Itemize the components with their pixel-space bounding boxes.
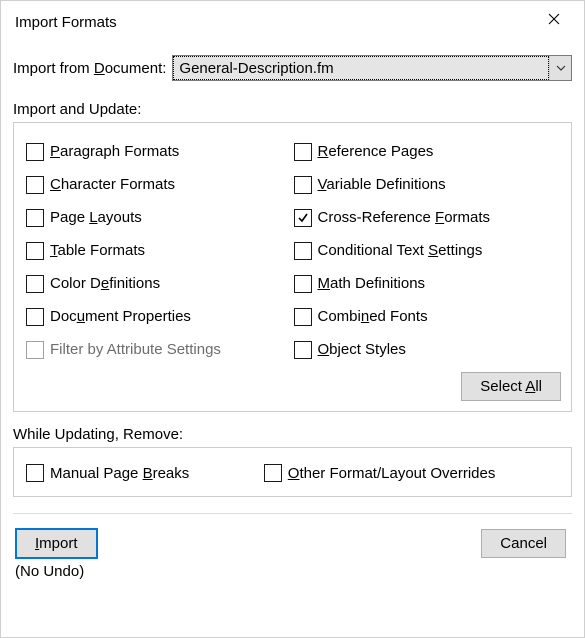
checkbox-label: Math Definitions [318,275,426,292]
checkbox-box [294,308,312,326]
close-button[interactable] [532,4,576,34]
checkbox-box [26,308,44,326]
character-formats-checkbox[interactable]: Character Formats [26,168,294,201]
object-styles-checkbox[interactable]: Object Styles [294,333,562,366]
checkbox-box [294,176,312,194]
checkbox-label: Filter by Attribute Settings [50,341,221,358]
other-overrides-checkbox[interactable]: Other Format/Layout Overrides [264,460,561,486]
color-definitions-checkbox[interactable]: Color Definitions [26,267,294,300]
title-bar: Import Formats [1,1,584,43]
document-properties-checkbox[interactable]: Document Properties [26,300,294,333]
checkbox-label: Page Layouts [50,209,142,226]
checkbox-box [294,143,312,161]
format-check-grid: Paragraph Formats Character Formats Page L… [26,135,561,366]
no-undo-label: (No Undo) [13,559,572,580]
separator [13,513,572,514]
import-from-value: General-Description.fm [173,56,549,80]
dialog-content: Import from Document: General-Descriptio… [1,43,584,580]
checkbox-box [26,209,44,227]
import-from-row: Import from Document: General-Descriptio… [13,51,572,81]
chevron-down-icon [556,65,566,71]
checkbox-label: Document Properties [50,308,191,325]
import-from-document-select[interactable]: General-Description.fm [172,55,572,81]
checkbox-box [26,275,44,293]
paragraph-formats-checkbox[interactable]: Paragraph Formats [26,135,294,168]
checkbox-label: Object Styles [318,341,406,358]
checkbox-label: Color Definitions [50,275,160,292]
checkbox-box [294,209,312,227]
checkbox-box [264,464,282,482]
import-button[interactable]: Import [15,528,98,559]
math-definitions-checkbox[interactable]: Math Definitions [294,267,562,300]
window-title: Import Formats [15,14,532,31]
close-icon [548,13,560,25]
checkbox-box [26,341,44,359]
dropdown-button[interactable] [549,56,571,80]
import-update-label: Import and Update: [13,101,572,118]
select-all-button[interactable]: Select All [461,372,561,401]
import-update-panel: Paragraph Formats Character Formats Page L… [13,122,572,412]
checkbox-label: Paragraph Formats [50,143,179,160]
conditional-text-settings-checkbox[interactable]: Conditional Text Settings [294,234,562,267]
import-from-label: Import from Document: [13,60,166,77]
checkbox-label: Table Formats [50,242,145,259]
checkbox-box [294,341,312,359]
checkbox-box [26,143,44,161]
checkbox-box [294,242,312,260]
remove-grid: Manual Page Breaks Other Format/Layout O… [26,460,561,486]
checkbox-label: Variable Definitions [318,176,446,193]
while-updating-panel: Manual Page Breaks Other Format/Layout O… [13,447,572,497]
cancel-button[interactable]: Cancel [481,529,566,558]
checkbox-box [26,176,44,194]
checkbox-box [26,242,44,260]
checkbox-box [294,275,312,293]
while-updating-label: While Updating, Remove: [13,426,572,443]
cross-reference-formats-checkbox[interactable]: Cross-Reference Formats [294,201,562,234]
page-layouts-checkbox[interactable]: Page Layouts [26,201,294,234]
table-formats-checkbox[interactable]: Table Formats [26,234,294,267]
filter-by-attribute-settings-checkbox: Filter by Attribute Settings [26,333,294,366]
combined-fonts-checkbox[interactable]: Combined Fonts [294,300,562,333]
checkbox-box [26,464,44,482]
checkbox-label: Character Formats [50,176,175,193]
variable-definitions-checkbox[interactable]: Variable Definitions [294,168,562,201]
reference-pages-checkbox[interactable]: Reference Pages [294,135,562,168]
manual-page-breaks-checkbox[interactable]: Manual Page Breaks [26,460,264,486]
checkbox-label: Combined Fonts [318,308,428,325]
checkbox-label: Other Format/Layout Overrides [288,465,496,482]
footer: Import Cancel [13,528,572,559]
checkbox-label: Cross-Reference Formats [318,209,491,226]
checkbox-label: Reference Pages [318,143,434,160]
checkbox-label: Conditional Text Settings [318,242,483,259]
checkbox-label: Manual Page Breaks [50,465,189,482]
